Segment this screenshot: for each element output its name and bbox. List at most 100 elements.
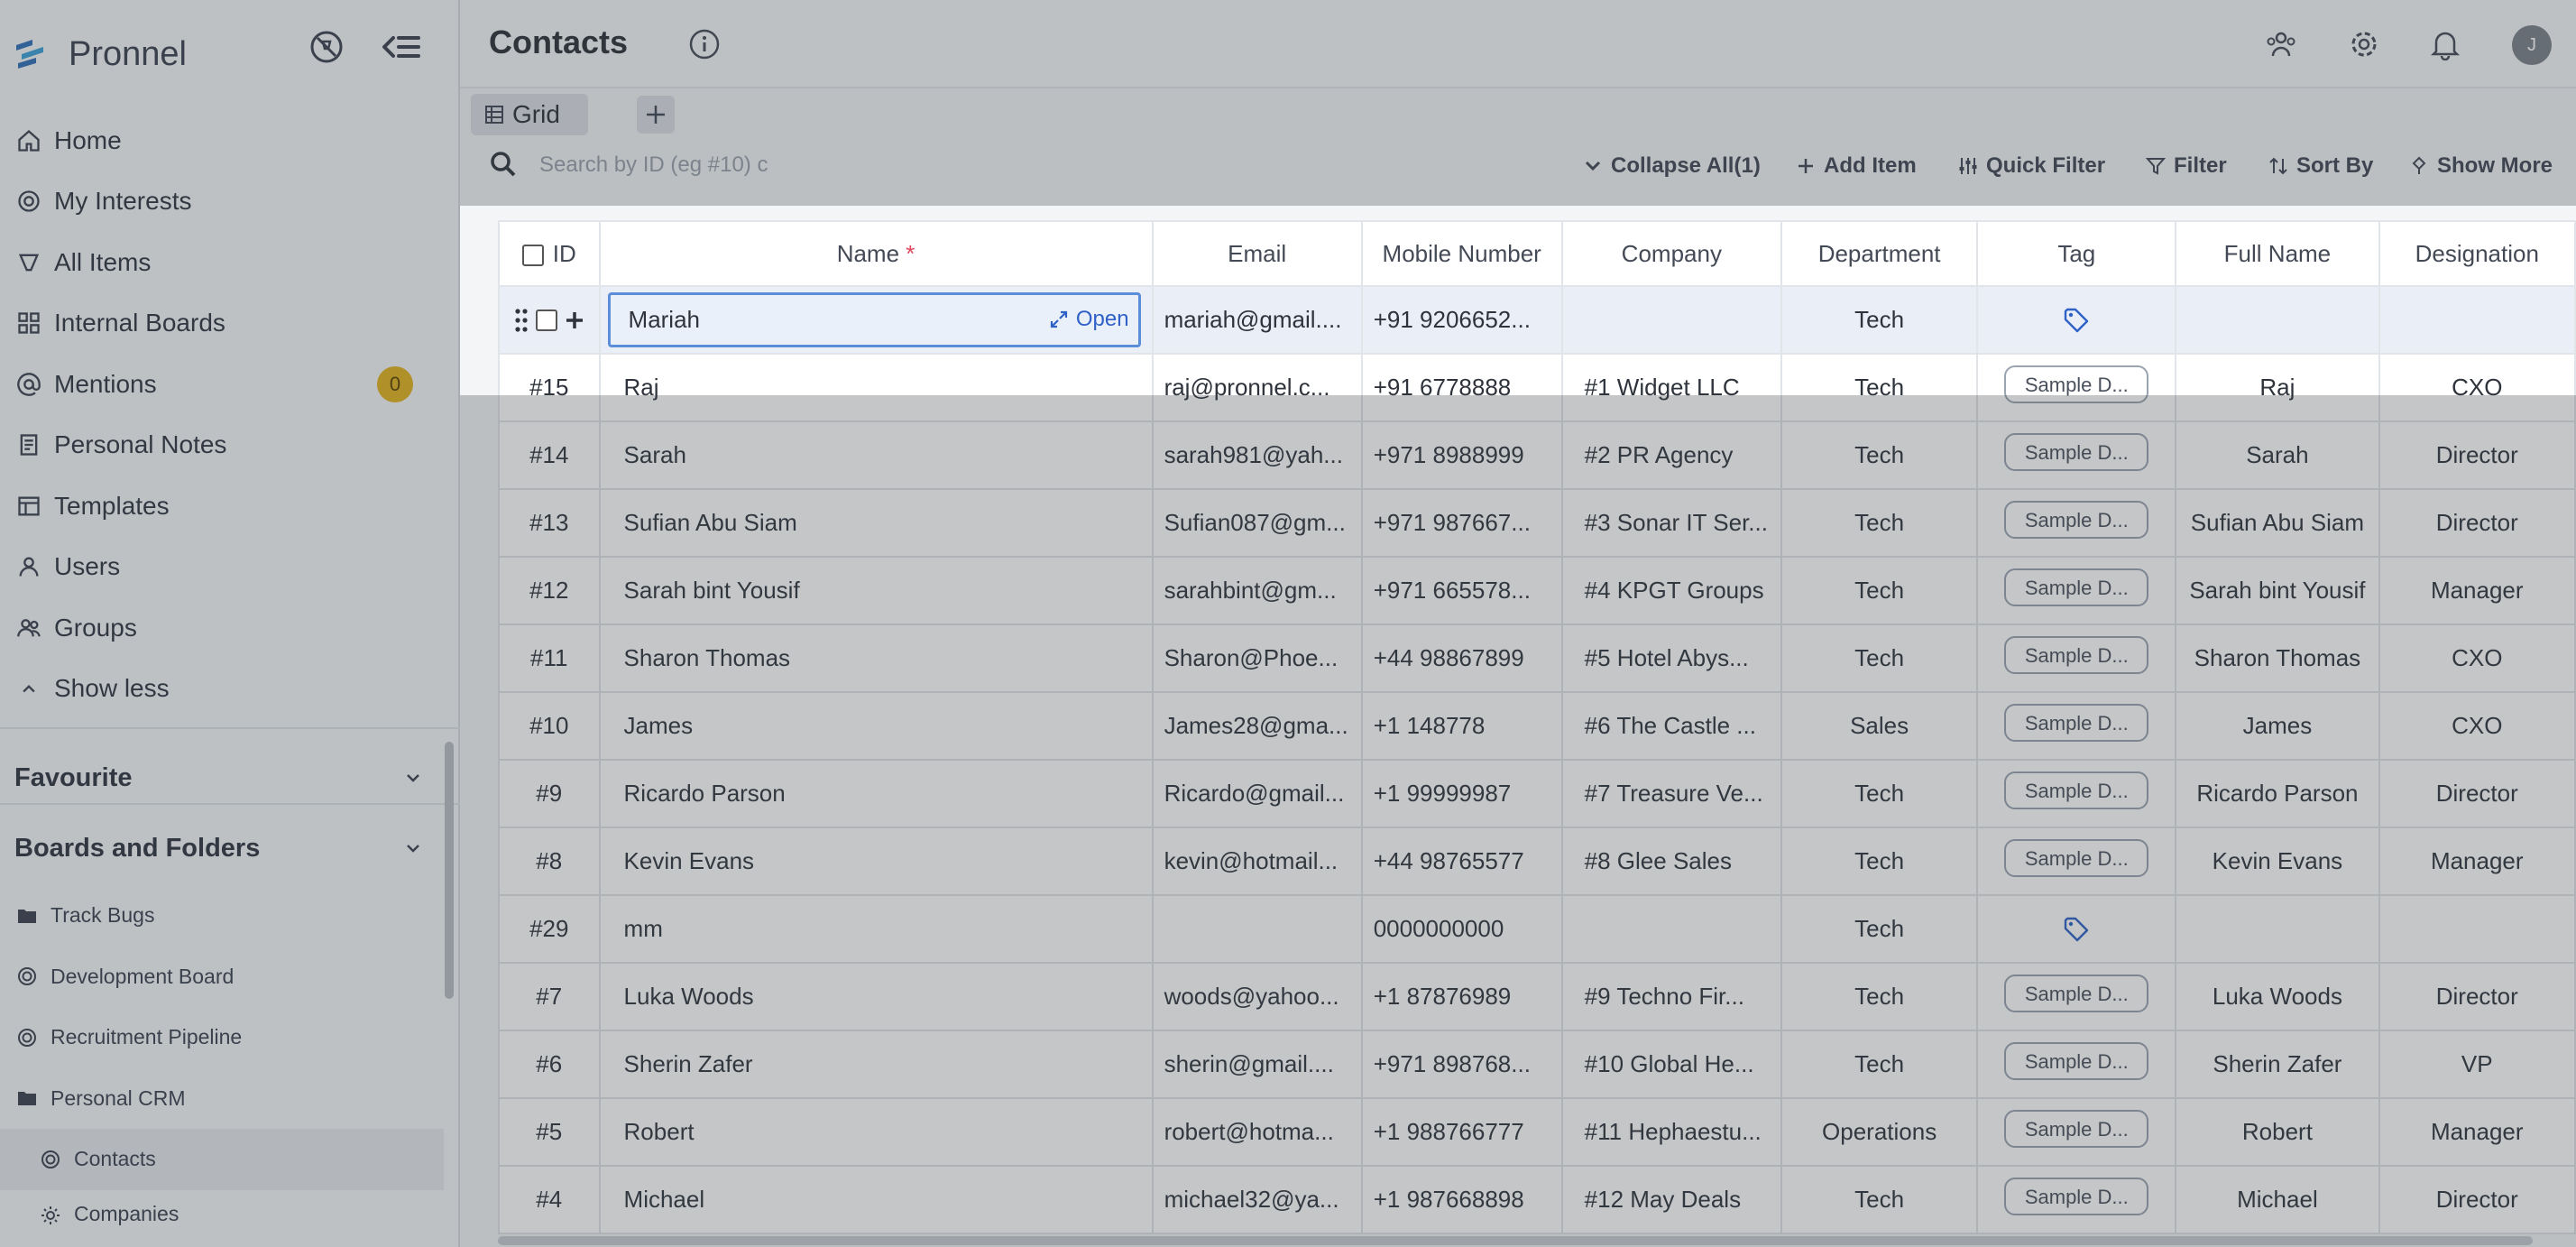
- name-cell[interactable]: Luka Woods: [598, 962, 1154, 1031]
- department-cell[interactable]: Tech: [1780, 488, 1979, 558]
- horizontal-scrollbar[interactable]: [498, 1236, 2533, 1245]
- table-row[interactable]: #5 Robert robert@hotma... +1 988766777 #11 H…: [498, 1097, 2576, 1167]
- tag-cell[interactable]: Sample D...: [1976, 420, 2177, 490]
- department-cell[interactable]: Tech: [1780, 1165, 1979, 1234]
- team-icon[interactable]: [2262, 25, 2300, 63]
- email-cell[interactable]: sherin@gmail....: [1151, 1030, 1363, 1099]
- company-cell[interactable]: #1 Widget LLC: [1560, 353, 1782, 422]
- id-cell[interactable]: #13: [498, 488, 601, 558]
- tag-pill[interactable]: Sample D...: [2004, 433, 2149, 471]
- user-avatar[interactable]: J: [2512, 25, 2552, 65]
- table-row[interactable]: #13 Sufian Abu Siam Sufian087@gm... +971 98…: [498, 488, 2576, 558]
- full-name-cell[interactable]: Sarah bint Yousif: [2175, 556, 2380, 625]
- designation-cell[interactable]: VP: [2378, 1030, 2576, 1099]
- email-cell[interactable]: Ricardo@gmail...: [1151, 759, 1363, 828]
- boards-folders-section-header[interactable]: Boards and Folders: [0, 821, 424, 875]
- table-row[interactable]: #11 Sharon Thomas Sharon@Phoe... +44 988678…: [498, 624, 2576, 693]
- tag-pill[interactable]: Sample D...: [2004, 365, 2149, 403]
- id-cell[interactable]: #4: [498, 1165, 601, 1234]
- table-row[interactable]: #9 Ricardo Parson Ricardo@gmail... +1 99999…: [498, 759, 2576, 828]
- mobile-cell[interactable]: +1 99999987: [1360, 759, 1563, 828]
- name-cell[interactable]: Ricardo Parson: [598, 759, 1154, 828]
- company-cell[interactable]: #4 KPGT Groups: [1560, 556, 1782, 625]
- department-cell[interactable]: Tech: [1780, 962, 1979, 1031]
- mobile-cell[interactable]: 0000000000: [1360, 894, 1563, 964]
- notifications-bell-icon[interactable]: [2426, 25, 2464, 63]
- name-cell[interactable]: Michael: [598, 1165, 1154, 1234]
- mobile-cell[interactable]: +1 987668898: [1360, 1165, 1563, 1234]
- tag-pill[interactable]: Sample D...: [2004, 501, 2149, 539]
- tag-cell[interactable]: [1976, 894, 2177, 964]
- full-name-cell[interactable]: [2175, 894, 2380, 964]
- mobile-cell[interactable]: +91 9206652...: [1360, 285, 1563, 355]
- tag-cell[interactable]: Sample D...: [1976, 353, 2177, 422]
- sidebar-scrollbar[interactable]: [445, 742, 454, 999]
- sidebar-item-internal-boards[interactable]: Internal Boards: [0, 293, 460, 355]
- email-cell[interactable]: [1151, 894, 1363, 964]
- name-editor[interactable]: Mariah Open: [607, 292, 1141, 347]
- designation-cell[interactable]: [2378, 894, 2576, 964]
- full-name-cell[interactable]: Luka Woods: [2175, 962, 2380, 1031]
- email-cell[interactable]: michael32@ya...: [1151, 1165, 1363, 1234]
- full-name-cell[interactable]: Sufian Abu Siam: [2175, 488, 2380, 558]
- tag-pill[interactable]: Sample D...: [2004, 704, 2149, 742]
- email-cell[interactable]: kevin@hotmail...: [1151, 827, 1363, 896]
- mobile-cell[interactable]: +971 898768...: [1360, 1030, 1563, 1099]
- full-name-cell[interactable]: Robert: [2175, 1097, 2380, 1167]
- name-cell[interactable]: Raj: [598, 353, 1154, 422]
- department-cell[interactable]: Tech: [1780, 894, 1979, 964]
- col-header-email[interactable]: Email: [1151, 220, 1363, 287]
- company-cell[interactable]: #3 Sonar IT Ser...: [1560, 488, 1782, 558]
- mobile-cell[interactable]: +971 987667...: [1360, 488, 1563, 558]
- tag-pill[interactable]: Sample D...: [2004, 771, 2149, 809]
- id-cell[interactable]: #29: [498, 894, 601, 964]
- col-header-designation[interactable]: Designation: [2378, 220, 2576, 287]
- email-cell[interactable]: James28@gma...: [1151, 691, 1363, 761]
- full-name-cell[interactable]: Kevin Evans: [2175, 827, 2380, 896]
- designation-cell[interactable]: Director: [2378, 962, 2576, 1031]
- plus-icon[interactable]: [565, 310, 584, 330]
- table-row[interactable]: #10 James James28@gma... +1 148778 #6 The Ca…: [498, 691, 2576, 761]
- sidebar-item-users[interactable]: Users: [0, 537, 460, 598]
- brand[interactable]: Pronnel: [13, 27, 187, 81]
- settings-gear-icon[interactable]: [2345, 25, 2383, 63]
- select-all-checkbox[interactable]: [521, 244, 544, 266]
- name-cell[interactable]: mm: [598, 894, 1154, 964]
- id-cell[interactable]: #8: [498, 827, 601, 896]
- table-row[interactable]: #6 Sherin Zafer sherin@gmail.... +971 89876…: [498, 1030, 2576, 1099]
- name-cell[interactable]: Robert: [598, 1097, 1154, 1167]
- department-cell[interactable]: Tech: [1780, 624, 1979, 693]
- email-cell[interactable]: robert@hotma...: [1151, 1097, 1363, 1167]
- board-item-development-board[interactable]: Development Board: [0, 947, 444, 1008]
- designation-cell[interactable]: Director: [2378, 420, 2576, 490]
- full-name-cell[interactable]: Ricardo Parson: [2175, 759, 2380, 828]
- designation-cell[interactable]: CXO: [2378, 353, 2576, 422]
- designation-cell[interactable]: CXO: [2378, 624, 2576, 693]
- sidebar-item-mentions[interactable]: Mentions 0: [0, 354, 460, 415]
- sidebar-show-less[interactable]: Show less: [0, 659, 460, 720]
- department-cell[interactable]: Tech: [1780, 285, 1979, 355]
- mobile-cell[interactable]: +1 148778: [1360, 691, 1563, 761]
- department-cell[interactable]: Tech: [1780, 353, 1979, 422]
- department-cell[interactable]: Tech: [1780, 1030, 1979, 1099]
- col-header-department[interactable]: Department: [1780, 220, 1979, 287]
- tag-cell[interactable]: Sample D...: [1976, 624, 2177, 693]
- id-cell[interactable]: #14: [498, 420, 601, 490]
- designation-cell[interactable]: Manager: [2378, 827, 2576, 896]
- tag-cell[interactable]: Sample D...: [1976, 556, 2177, 625]
- full-name-cell[interactable]: Michael: [2175, 1165, 2380, 1234]
- company-cell[interactable]: #5 Hotel Abys...: [1560, 624, 1782, 693]
- name-cell[interactable]: Kevin Evans: [598, 827, 1154, 896]
- email-cell[interactable]: sarahbint@gm...: [1151, 556, 1363, 625]
- company-cell[interactable]: #12 May Deals: [1560, 1165, 1782, 1234]
- board-item-personal-crm[interactable]: Personal CRM: [0, 1068, 444, 1130]
- tag-pill[interactable]: Sample D...: [2004, 839, 2149, 877]
- mobile-cell[interactable]: +91 6778888: [1360, 353, 1563, 422]
- sort-by-button[interactable]: Sort By: [2268, 150, 2373, 182]
- favourite-section-header[interactable]: Favourite: [0, 751, 424, 805]
- sidebar-item-my-interests[interactable]: My Interests: [0, 171, 460, 233]
- full-name-cell[interactable]: [2175, 285, 2380, 355]
- id-cell[interactable]: #9: [498, 759, 601, 828]
- col-header-mobile[interactable]: Mobile Number: [1360, 220, 1563, 287]
- department-cell[interactable]: Tech: [1780, 759, 1979, 828]
